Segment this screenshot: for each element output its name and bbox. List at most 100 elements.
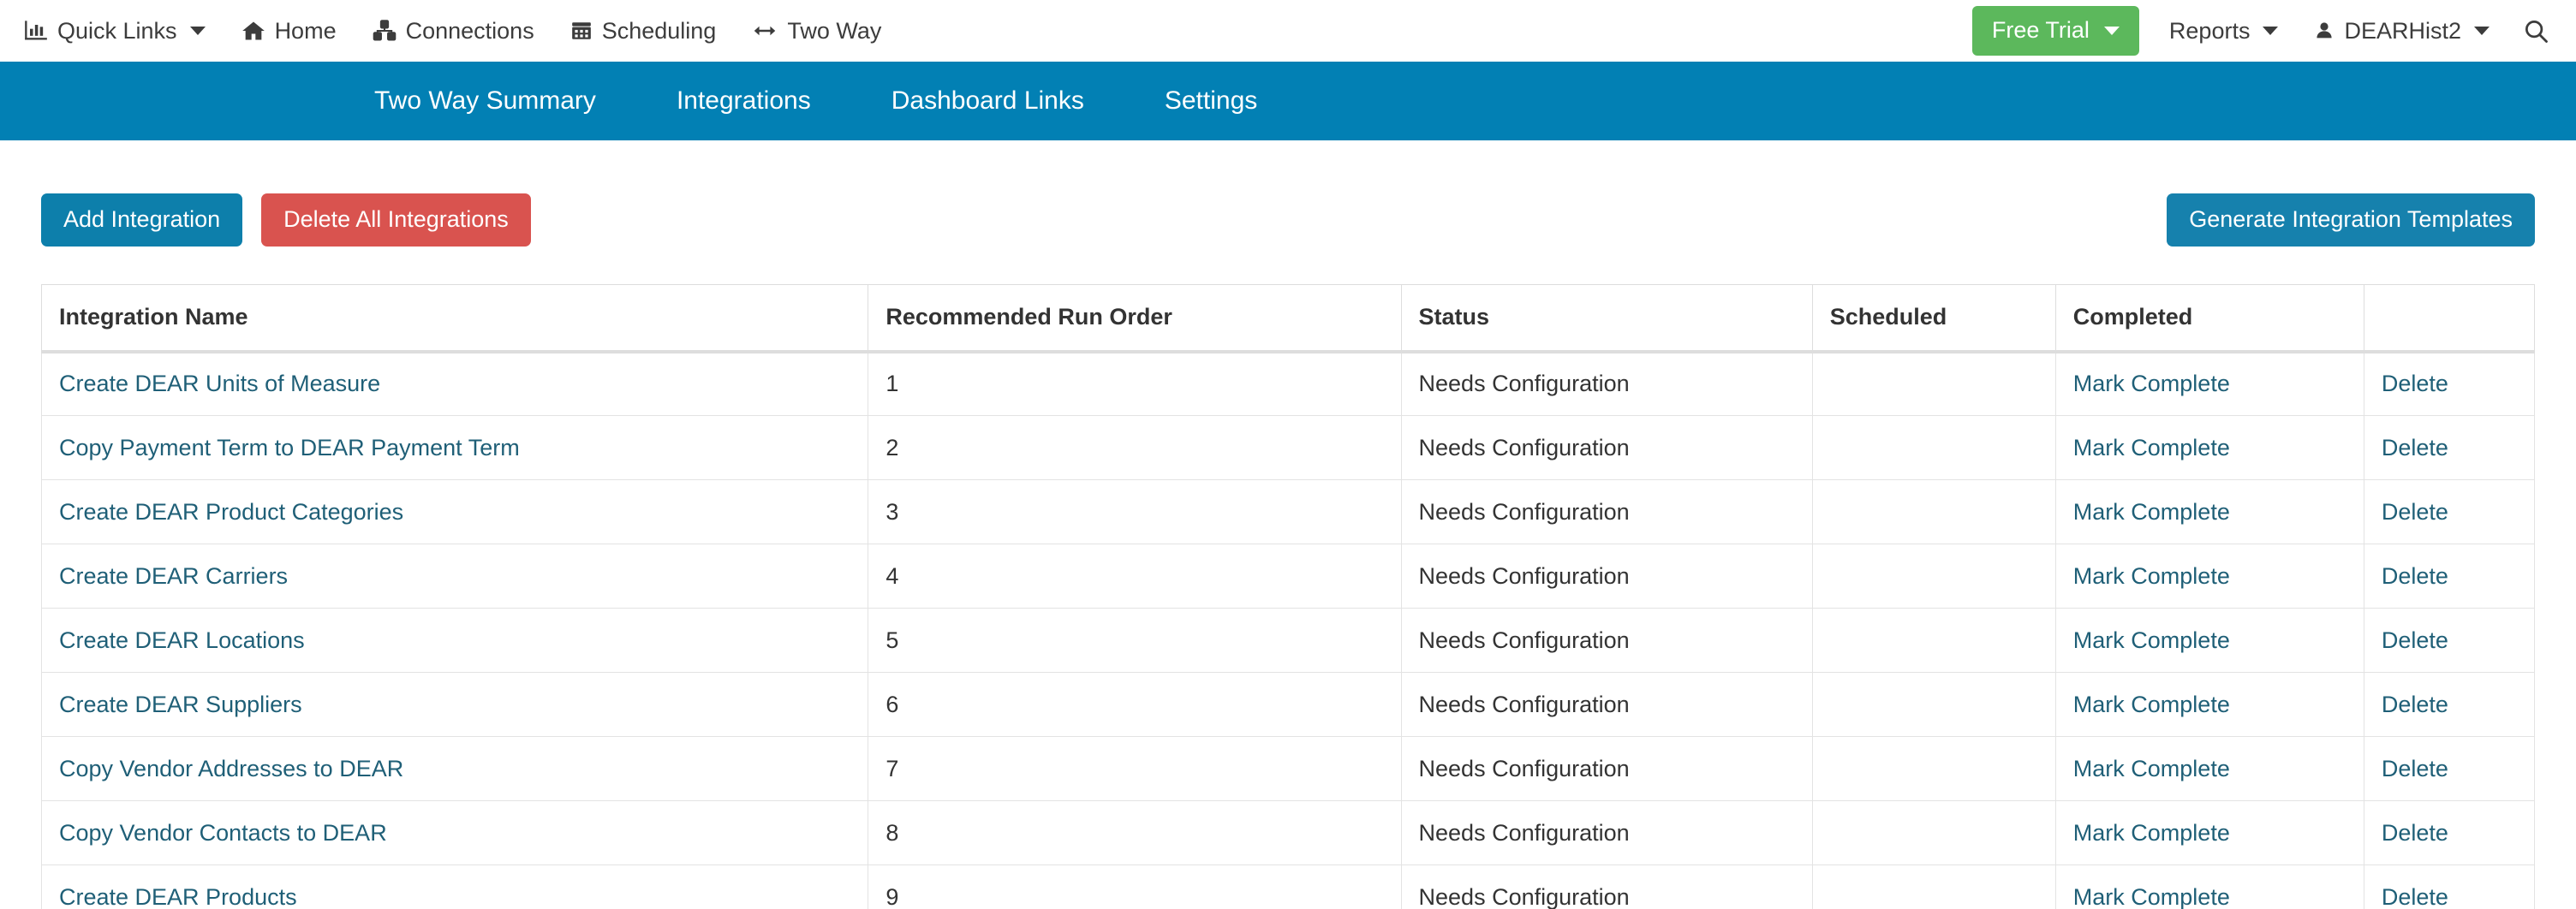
cell-completed: Mark Complete — [2055, 865, 2364, 909]
delete-integration-link[interactable]: Delete — [2382, 692, 2448, 717]
integration-name-link[interactable]: Copy Payment Term to DEAR Payment Term — [59, 435, 520, 460]
mark-complete-link[interactable]: Mark Complete — [2073, 627, 2230, 653]
cell-status: Needs Configuration — [1401, 673, 1812, 737]
tab-integrations[interactable]: Integrations — [636, 86, 851, 116]
integration-name-link[interactable]: Copy Vendor Contacts to DEAR — [59, 820, 387, 846]
generate-integration-templates-button[interactable]: Generate Integration Templates — [2167, 193, 2535, 247]
table-row: Copy Payment Term to DEAR Payment Term2N… — [42, 416, 2535, 480]
cell-scheduled — [1812, 544, 2055, 609]
cell-delete: Delete — [2364, 865, 2534, 909]
tab-settings[interactable]: Settings — [1124, 86, 1297, 116]
nav-item-label: Two Way — [787, 20, 881, 43]
table-row: Create DEAR Locations5Needs Configuratio… — [42, 609, 2535, 673]
cell-scheduled — [1812, 737, 2055, 801]
integration-name-link[interactable]: Create DEAR Locations — [59, 627, 305, 653]
cell-delete: Delete — [2364, 416, 2534, 480]
two-way-arrow-icon — [752, 19, 778, 43]
mark-complete-link[interactable]: Mark Complete — [2073, 435, 2230, 460]
mark-complete-link[interactable]: Mark Complete — [2073, 692, 2230, 717]
delete-integration-link[interactable]: Delete — [2382, 820, 2448, 846]
connections-icon — [373, 19, 397, 43]
cell-scheduled — [1812, 352, 2055, 416]
cell-run-order: 6 — [868, 673, 1401, 737]
mark-complete-link[interactable]: Mark Complete — [2073, 820, 2230, 846]
mark-complete-link[interactable]: Mark Complete — [2073, 499, 2230, 525]
integrations-table: Integration Name Recommended Run Order S… — [41, 284, 2535, 909]
integration-name-link[interactable]: Create DEAR Units of Measure — [59, 371, 380, 396]
cell-run-order: 1 — [868, 352, 1401, 416]
cell-completed: Mark Complete — [2055, 416, 2364, 480]
chevron-down-icon — [2104, 27, 2120, 35]
cell-delete: Delete — [2364, 737, 2534, 801]
nav-item-quick-links[interactable]: Quick Links — [17, 19, 224, 43]
delete-all-integrations-button[interactable]: Delete All Integrations — [261, 193, 531, 247]
integration-name-link[interactable]: Create DEAR Carriers — [59, 563, 288, 589]
mark-complete-link[interactable]: Mark Complete — [2073, 884, 2230, 909]
column-header-integration-name[interactable]: Integration Name — [42, 285, 868, 352]
mark-complete-link[interactable]: Mark Complete — [2073, 563, 2230, 589]
nav-item-label: Home — [275, 20, 337, 43]
nav-item-home[interactable]: Home — [224, 19, 355, 43]
cell-integration-name: Create DEAR Suppliers — [42, 673, 868, 737]
tab-dashboard-links[interactable]: Dashboard Links — [851, 86, 1124, 116]
cell-status: Needs Configuration — [1401, 416, 1812, 480]
mark-complete-link[interactable]: Mark Complete — [2073, 756, 2230, 781]
delete-integration-link[interactable]: Delete — [2382, 499, 2448, 525]
cell-status: Needs Configuration — [1401, 609, 1812, 673]
table-row: Create DEAR Carriers4Needs Configuration… — [42, 544, 2535, 609]
secondary-navbar: Two Way Summary Integrations Dashboard L… — [0, 62, 2576, 140]
free-trial-button[interactable]: Free Trial — [1972, 6, 2139, 56]
cell-scheduled — [1812, 609, 2055, 673]
column-header-status[interactable]: Status — [1401, 285, 1812, 352]
cell-integration-name: Create DEAR Locations — [42, 609, 868, 673]
delete-integration-link[interactable]: Delete — [2382, 371, 2448, 396]
cell-status: Needs Configuration — [1401, 865, 1812, 909]
nav-item-reports[interactable]: Reports — [2151, 20, 2297, 43]
delete-integration-link[interactable]: Delete — [2382, 435, 2448, 460]
add-integration-button[interactable]: Add Integration — [41, 193, 242, 247]
chevron-down-icon — [2474, 27, 2490, 35]
delete-integration-link[interactable]: Delete — [2382, 756, 2448, 781]
integration-name-link[interactable]: Create DEAR Products — [59, 884, 297, 909]
top-navbar: Quick Links Home Connections — [0, 0, 2576, 62]
cell-integration-name: Copy Vendor Addresses to DEAR — [42, 737, 868, 801]
delete-integration-link[interactable]: Delete — [2382, 627, 2448, 653]
integration-name-link[interactable]: Copy Vendor Addresses to DEAR — [59, 756, 403, 781]
cell-delete: Delete — [2364, 673, 2534, 737]
free-trial-label: Free Trial — [1992, 17, 2090, 44]
cell-scheduled — [1812, 416, 2055, 480]
nav-item-user-menu[interactable]: DEARHist2 — [2296, 19, 2507, 43]
tab-two-way-summary[interactable]: Two Way Summary — [334, 86, 636, 116]
column-header-completed[interactable]: Completed — [2055, 285, 2364, 352]
home-icon — [242, 19, 265, 43]
top-navbar-left-group: Quick Links Home Connections — [17, 19, 899, 43]
delete-integration-link[interactable]: Delete — [2382, 884, 2448, 909]
action-toolbar: Add Integration Delete All Integrations … — [41, 140, 2535, 247]
cell-integration-name: Create DEAR Product Categories — [42, 480, 868, 544]
nav-item-two-way[interactable]: Two Way — [734, 19, 899, 43]
table-row: Create DEAR Units of Measure1Needs Confi… — [42, 352, 2535, 416]
nav-item-connections[interactable]: Connections — [355, 19, 552, 43]
column-header-run-order[interactable]: Recommended Run Order — [868, 285, 1401, 352]
cell-integration-name: Copy Vendor Contacts to DEAR — [42, 801, 868, 865]
cell-scheduled — [1812, 480, 2055, 544]
cell-completed: Mark Complete — [2055, 737, 2364, 801]
nav-item-scheduling[interactable]: Scheduling — [552, 19, 735, 43]
user-icon — [2314, 19, 2334, 43]
cell-run-order: 8 — [868, 801, 1401, 865]
cell-completed: Mark Complete — [2055, 801, 2364, 865]
integration-name-link[interactable]: Create DEAR Product Categories — [59, 499, 403, 525]
cell-integration-name: Copy Payment Term to DEAR Payment Term — [42, 416, 868, 480]
calendar-icon — [570, 19, 593, 43]
cell-completed: Mark Complete — [2055, 673, 2364, 737]
delete-integration-link[interactable]: Delete — [2382, 563, 2448, 589]
mark-complete-link[interactable]: Mark Complete — [2073, 371, 2230, 396]
cell-delete: Delete — [2364, 544, 2534, 609]
integration-name-link[interactable]: Create DEAR Suppliers — [59, 692, 302, 717]
column-header-scheduled[interactable]: Scheduled — [1812, 285, 2055, 352]
table-row: Copy Vendor Addresses to DEAR7Needs Conf… — [42, 737, 2535, 801]
search-button[interactable] — [2507, 18, 2554, 44]
table-row: Create DEAR Suppliers 6Needs Configuratio… — [42, 673, 2535, 737]
cell-run-order: 7 — [868, 737, 1401, 801]
chevron-down-icon — [190, 27, 206, 35]
